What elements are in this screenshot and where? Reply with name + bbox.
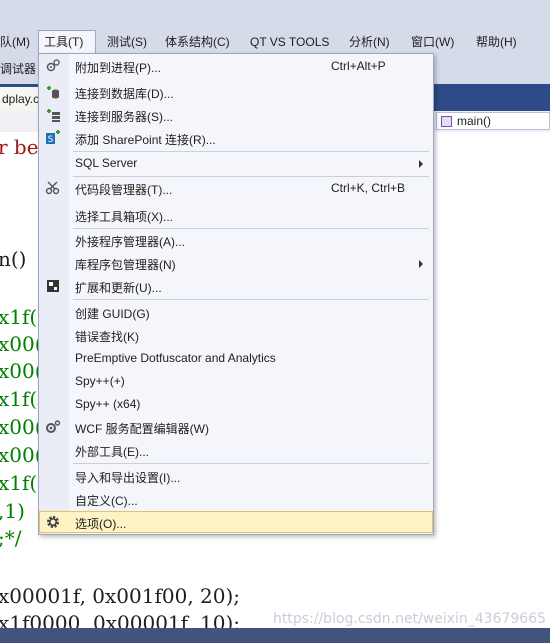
wcf-config-icon (46, 420, 61, 433)
menu-item-label: SQL Server (75, 156, 138, 170)
menu-item-label: 选项(O)... (75, 517, 127, 531)
menu-item-label: Spy++ (x64) (75, 397, 141, 411)
submenu-arrow-icon (419, 260, 423, 268)
menu-item-label: 导入和导出设置(I)... (75, 471, 181, 485)
status-bar (0, 628, 550, 643)
watermark: https://blog.csdn.net/weixin_43679665 (273, 611, 547, 627)
code-line: n() (0, 247, 27, 271)
menu-item-snippet-manager[interactable]: 代码段管理器(T)... Ctrl+K, Ctrl+B (39, 177, 433, 199)
code-line: r be (0, 135, 39, 159)
menu-item-label: 错误查找(K) (75, 330, 139, 344)
tools-dropdown-menu: 附加到进程(P)... Ctrl+Alt+P 连接到数据库(D)... 连接到服… (38, 53, 434, 535)
code-line: x00( (0, 359, 43, 383)
menu-team[interactable]: 队(M) (0, 30, 30, 54)
menu-item-shortcut: Ctrl+Alt+P (331, 59, 386, 73)
attach-process-icon (46, 59, 60, 72)
menu-item-label: 代码段管理器(T)... (75, 183, 173, 197)
menu-item-label: Spy++(+) (75, 374, 125, 388)
menu-test[interactable]: 测试(S) (107, 30, 147, 54)
code-line: x00( (0, 332, 43, 356)
menu-item-customize[interactable]: 自定义(C)... (39, 488, 433, 510)
menu-item-label: 自定义(C)... (75, 494, 138, 508)
menu-item-label: 连接到数据库(D)... (75, 87, 174, 101)
gear-icon (47, 516, 59, 528)
debugger-label[interactable]: 调试器 (0, 60, 36, 77)
connect-database-icon (47, 86, 59, 99)
submenu-arrow-icon (419, 160, 423, 168)
menu-item-shortcut: Ctrl+K, Ctrl+B (331, 181, 406, 195)
menu-item-label: 连接到服务器(S)... (75, 110, 173, 124)
menu-item-label: 库程序包管理器(N) (75, 258, 176, 272)
menu-item-extensions[interactable]: 扩展和更新(U)... (39, 275, 433, 297)
menu-tools[interactable]: 工具(T) (38, 30, 96, 54)
tab-source-file[interactable]: dplay.c (0, 87, 40, 111)
code-line: x1f( (0, 387, 38, 411)
menu-separator (73, 299, 429, 300)
menu-bar: 队(M) 工具(T) 测试(S) 体系结构(C) QT VS TOOLS 分析(… (0, 30, 550, 54)
menu-item-label: 选择工具箱项(X)... (75, 210, 173, 224)
code-line: ;*/ (0, 526, 22, 550)
code-line: x00( (0, 415, 43, 439)
menu-item-library-package-manager[interactable]: 库程序包管理器(N) (39, 252, 433, 274)
sharepoint-icon: S (46, 130, 60, 145)
menu-item-label: 扩展和更新(U)... (75, 281, 162, 295)
code-line: x1f( (0, 305, 38, 329)
menu-item-external-tools[interactable]: 外部工具(E)... (39, 439, 433, 461)
menu-architecture[interactable]: 体系结构(C) (165, 30, 230, 54)
code-line: x00001f, 0x001f00, 20); (0, 584, 241, 608)
menu-item-wcf-config-editor[interactable]: WCF 服务配置编辑器(W) (39, 416, 433, 438)
title-bar-area (0, 0, 550, 30)
extensions-icon (47, 280, 59, 292)
menu-item-spy-x64[interactable]: Spy++ (x64) (39, 393, 433, 415)
menu-item-label: 外部工具(E)... (75, 445, 149, 459)
menu-help[interactable]: 帮助(H) (476, 30, 517, 54)
menu-item-sql-server[interactable]: SQL Server (39, 152, 433, 174)
snippet-manager-icon (45, 181, 60, 195)
menu-window[interactable]: 窗口(W) (411, 30, 454, 54)
menu-item-label: PreEmptive Dotfuscator and Analytics (75, 351, 276, 365)
menu-item-connect-server[interactable]: 连接到服务器(S)... (39, 104, 433, 126)
function-dropdown-label: main() (457, 114, 492, 128)
menu-item-sharepoint[interactable]: S 添加 SharePoint 连接(R)... (39, 127, 433, 149)
code-line: x1f( (0, 471, 38, 495)
menu-item-label: 外接程序管理器(A)... (75, 235, 185, 249)
menu-item-dotfuscator[interactable]: PreEmptive Dotfuscator and Analytics (39, 347, 433, 369)
menu-item-create-guid[interactable]: 创建 GUID(G) (39, 301, 433, 323)
menu-analyze[interactable]: 分析(N) (349, 30, 390, 54)
code-line: x00( (0, 443, 43, 467)
connect-server-icon (47, 109, 60, 122)
menu-item-addin-manager[interactable]: 外接程序管理器(A)... (39, 229, 433, 251)
menu-item-options[interactable]: 选项(O)... (39, 511, 433, 533)
menu-item-import-export-settings[interactable]: 导入和导出设置(I)... (39, 465, 433, 487)
menu-separator (73, 463, 429, 464)
code-line: ,1) (0, 499, 25, 523)
menu-item-label: 附加到进程(P)... (75, 61, 161, 75)
function-cube-icon (441, 116, 452, 127)
menu-item-label: 添加 SharePoint 连接(R)... (75, 133, 216, 147)
menu-item-attach-to-process[interactable]: 附加到进程(P)... Ctrl+Alt+P (39, 55, 433, 77)
menu-item-choose-toolbox[interactable]: 选择工具箱项(X)... (39, 204, 433, 226)
menu-item-error-lookup[interactable]: 错误查找(K) (39, 324, 433, 346)
menu-item-label: 创建 GUID(G) (75, 307, 150, 321)
svg-text:S: S (48, 135, 54, 145)
function-dropdown[interactable]: main() (436, 112, 550, 130)
menu-item-connect-database[interactable]: 连接到数据库(D)... (39, 81, 433, 103)
menu-item-spy[interactable]: Spy++(+) (39, 370, 433, 392)
menu-item-label: WCF 服务配置编辑器(W) (75, 422, 209, 436)
menu-qt-vs-tools[interactable]: QT VS TOOLS (250, 30, 329, 54)
